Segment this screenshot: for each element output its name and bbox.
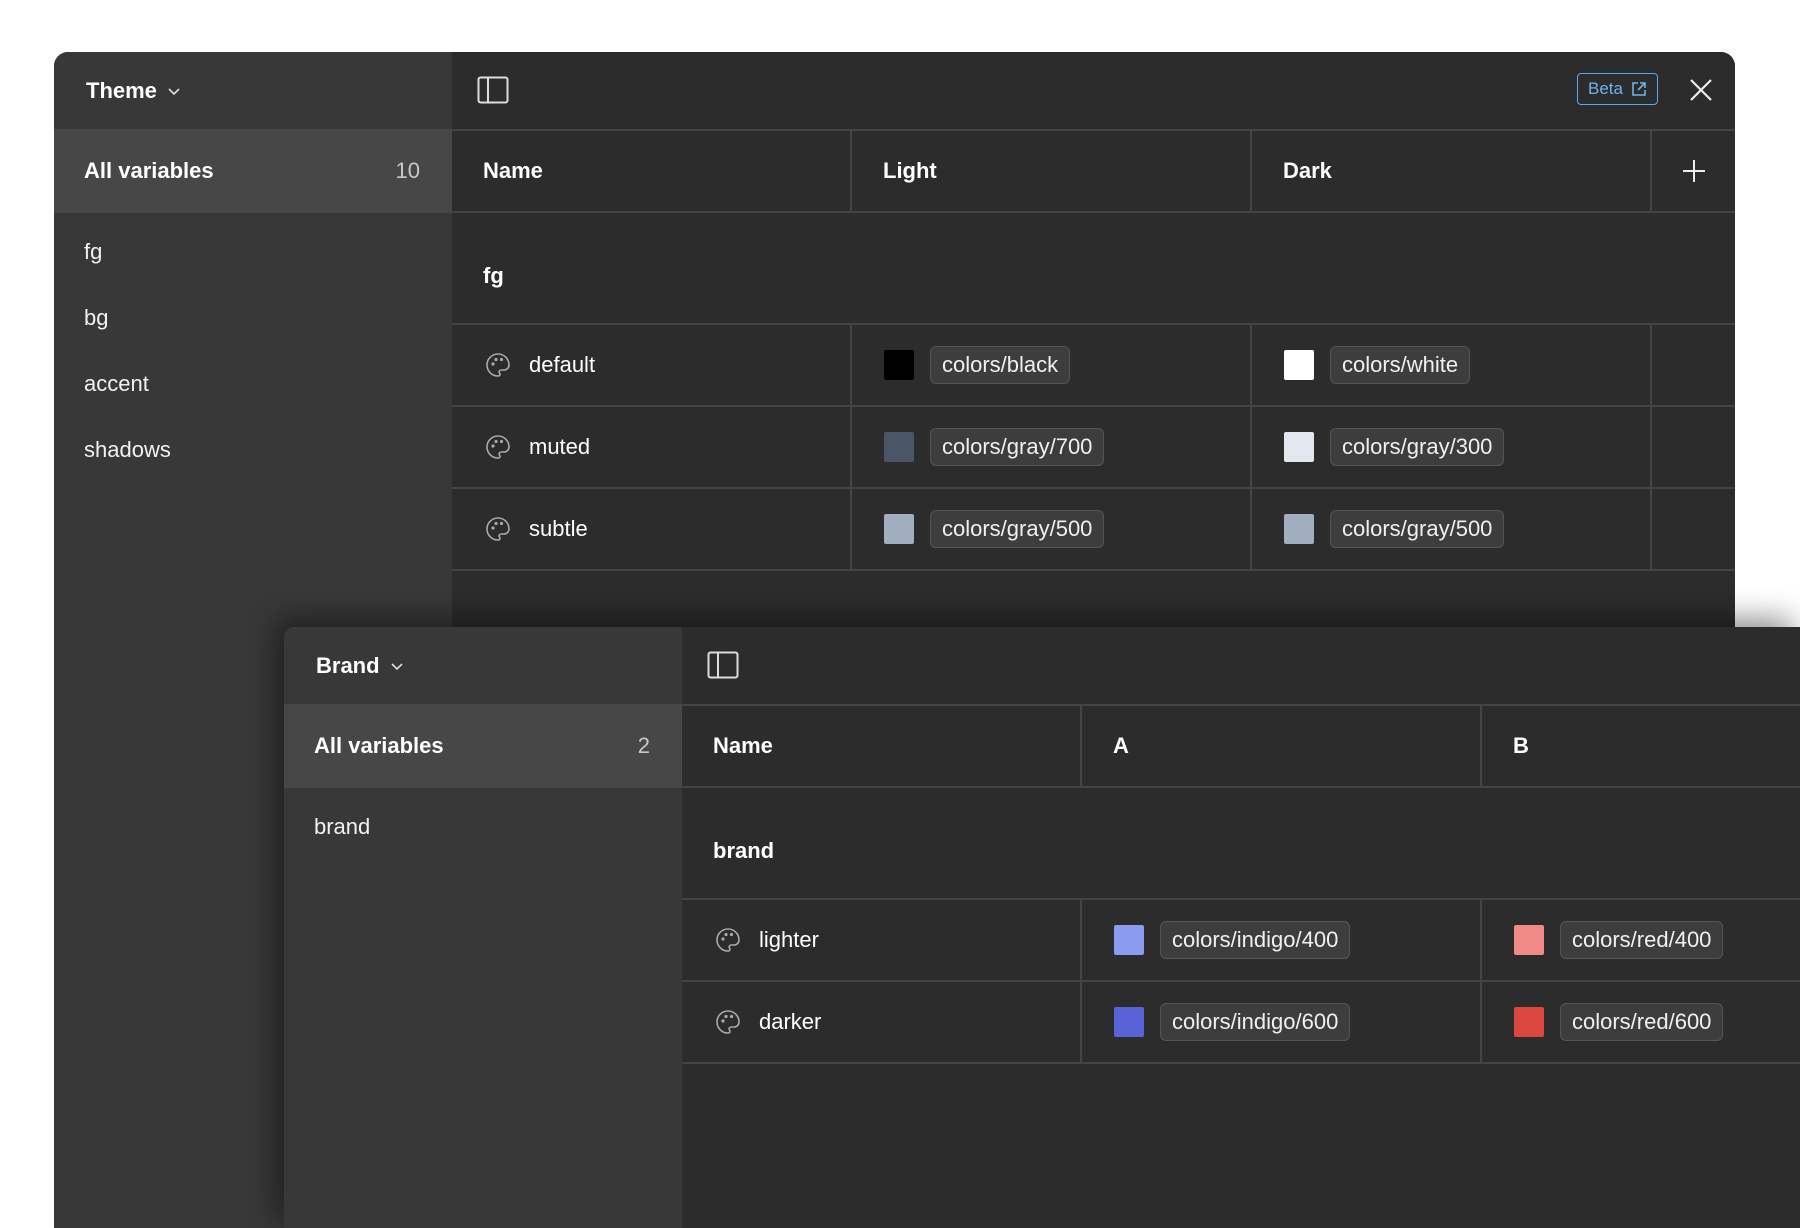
color-swatch bbox=[1284, 432, 1314, 462]
color-swatch bbox=[884, 350, 914, 380]
brand-table-header: Name A B bbox=[682, 706, 1800, 788]
brand-collection-name: Brand bbox=[316, 652, 380, 678]
color-swatch bbox=[1114, 925, 1144, 955]
plus-icon bbox=[1682, 160, 1705, 182]
palette-icon bbox=[716, 1010, 740, 1034]
theme-group-list: fg bg accent shadows bbox=[54, 213, 452, 483]
all-variables-count: 10 bbox=[395, 158, 420, 183]
brand-group-list: brand bbox=[284, 788, 682, 860]
external-link-icon bbox=[1632, 82, 1646, 96]
column-header-name[interactable]: Name bbox=[452, 131, 852, 211]
alias-chip[interactable]: colors/red/400 bbox=[1560, 921, 1724, 959]
brand-sidebar: Brand All variables 2 brand bbox=[284, 627, 682, 1228]
beta-badge[interactable]: Beta bbox=[1577, 73, 1658, 105]
theme-all-variables[interactable]: All variables 10 bbox=[54, 129, 452, 213]
theme-table-header: Name Light Dark bbox=[452, 131, 1735, 213]
all-variables-label: All variables bbox=[314, 733, 444, 758]
sidebar-toggle-icon[interactable] bbox=[477, 76, 509, 104]
variable-name: default bbox=[529, 352, 596, 377]
brand-collection-dropdown[interactable]: Brand bbox=[316, 653, 404, 679]
variable-name: darker bbox=[759, 1009, 822, 1034]
color-swatch bbox=[1284, 514, 1314, 544]
table-row[interactable]: lighter colors/indigo/400 colors/red/400 bbox=[682, 900, 1800, 982]
brand-all-variables[interactable]: All variables 2 bbox=[284, 704, 682, 788]
chevron-down-icon bbox=[168, 87, 180, 95]
sidebar-item-fg[interactable]: fg bbox=[54, 219, 452, 285]
add-mode-button[interactable] bbox=[1652, 131, 1735, 211]
table-row[interactable]: default colors/black colors/white bbox=[452, 325, 1735, 407]
alias-chip[interactable]: colors/indigo/600 bbox=[1160, 1003, 1351, 1041]
column-header-b[interactable]: B bbox=[1482, 706, 1800, 786]
color-swatch bbox=[1514, 1007, 1544, 1037]
alias-chip[interactable]: colors/gray/500 bbox=[1330, 510, 1505, 548]
sidebar-item-shadows[interactable]: shadows bbox=[54, 417, 452, 483]
theme-collection-dropdown[interactable]: Theme bbox=[86, 78, 181, 104]
brand-table-area: Name A B brand lighter colors/indigo/400… bbox=[682, 627, 1800, 1228]
all-variables-count: 2 bbox=[637, 733, 650, 758]
alias-chip[interactable]: colors/gray/700 bbox=[930, 428, 1105, 466]
chevron-down-icon bbox=[390, 662, 403, 670]
group-heading-fg: fg bbox=[452, 213, 1735, 325]
brand-variables-panel: Brand All variables 2 brand Name A B bra… bbox=[284, 627, 1800, 1228]
all-variables-label: All variables bbox=[84, 158, 214, 183]
palette-icon bbox=[486, 353, 510, 377]
color-swatch bbox=[1284, 350, 1314, 380]
alias-chip[interactable]: colors/black bbox=[930, 346, 1071, 384]
beta-label: Beta bbox=[1588, 79, 1623, 98]
sidebar-toggle-icon[interactable] bbox=[707, 651, 739, 679]
color-swatch bbox=[884, 432, 914, 462]
table-row[interactable]: muted colors/gray/700 colors/gray/300 bbox=[452, 407, 1735, 489]
sidebar-item-bg[interactable]: bg bbox=[54, 285, 452, 351]
table-row[interactable]: subtle colors/gray/500 colors/gray/500 bbox=[452, 489, 1735, 571]
variable-name: muted bbox=[529, 434, 591, 459]
alias-chip[interactable]: colors/indigo/400 bbox=[1160, 921, 1351, 959]
alias-chip[interactable]: colors/gray/300 bbox=[1330, 428, 1505, 466]
palette-icon bbox=[486, 435, 510, 459]
column-header-dark[interactable]: Dark bbox=[1252, 131, 1652, 211]
color-swatch bbox=[1514, 925, 1544, 955]
color-swatch bbox=[1114, 1007, 1144, 1037]
theme-collection-name: Theme bbox=[86, 77, 157, 103]
table-row[interactable]: darker colors/indigo/600 colors/red/600 bbox=[682, 982, 1800, 1064]
close-icon[interactable] bbox=[1689, 78, 1713, 102]
palette-icon bbox=[716, 928, 740, 952]
column-header-a[interactable]: A bbox=[1082, 706, 1482, 786]
sidebar-item-accent[interactable]: accent bbox=[54, 351, 452, 417]
group-heading-brand: brand bbox=[682, 788, 1800, 900]
alias-chip[interactable]: colors/gray/500 bbox=[930, 510, 1105, 548]
alias-chip[interactable]: colors/white bbox=[1330, 346, 1471, 384]
column-header-name[interactable]: Name bbox=[682, 706, 1082, 786]
color-swatch bbox=[884, 514, 914, 544]
alias-chip[interactable]: colors/red/600 bbox=[1560, 1003, 1724, 1041]
column-header-light[interactable]: Light bbox=[852, 131, 1252, 211]
sidebar-item-brand[interactable]: brand bbox=[284, 794, 682, 860]
palette-icon bbox=[486, 517, 510, 541]
variable-name: subtle bbox=[529, 516, 588, 541]
variable-name: lighter bbox=[759, 927, 819, 952]
